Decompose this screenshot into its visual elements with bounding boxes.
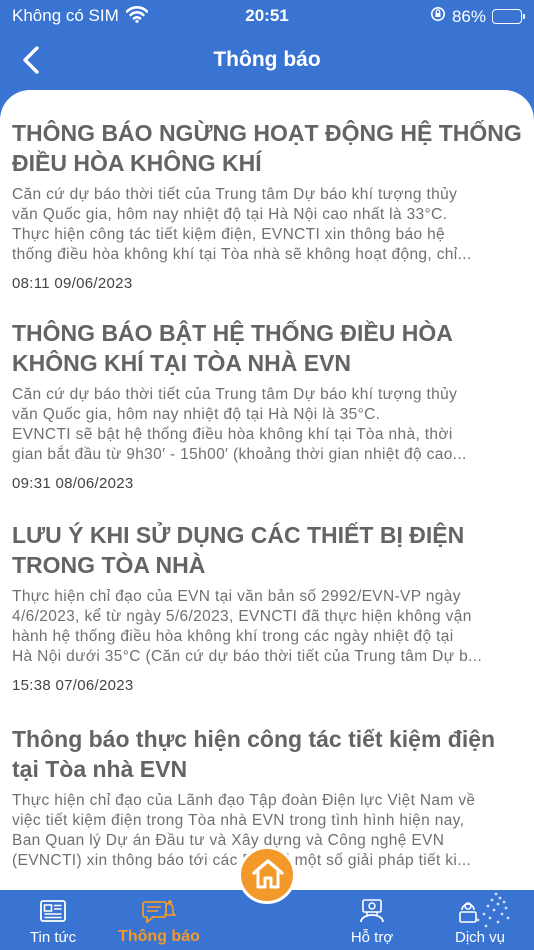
notice-excerpt: Căn cứ dự báo thời tiết của Trung tâm Dự…	[12, 186, 472, 263]
nav-label-support: Hỗ trợ	[350, 929, 394, 946]
notice-title: THÔNG BÁO NGỪNG HOẠT ĐỘNG HỆ THỐNG ĐIỀU …	[12, 120, 522, 176]
notice-timestamp: 09:31 08/06/2023	[12, 475, 134, 492]
home-icon	[252, 859, 284, 889]
status-bar: Không có SIM 20:51 86%	[0, 0, 534, 32]
notice-item[interactable]: THÔNG BÁO NGỪNG HOẠT ĐỘNG HỆ THỐNG ĐIỀU …	[12, 118, 524, 292]
notice-excerpt: Thực hiện chỉ đạo của EVN tại văn bản số…	[12, 588, 483, 665]
page-title: Thông báo	[213, 48, 321, 71]
notice-item[interactable]: LƯU Ý KHI SỬ DỤNG CÁC THIẾT BỊ ĐIỆN TRON…	[12, 520, 524, 694]
battery-percent: 86%	[451, 6, 486, 26]
nav-item-services[interactable]: Dịch vụ	[436, 890, 524, 950]
nav-label-notifications: Thông báo	[118, 928, 200, 945]
nav-item-notifications[interactable]: Thông báo	[110, 890, 208, 950]
notice-title: THÔNG BÁO BẬT HỆ THỐNG ĐIỀU HÒA KHÔNG KH…	[12, 320, 453, 376]
notice-item[interactable]: THÔNG BÁO BẬT HỆ THỐNG ĐIỀU HÒA KHÔNG KH…	[12, 318, 524, 492]
notice-title: Thông báo thực hiện công tác tiết kiệm đ…	[12, 726, 496, 782]
battery-icon	[492, 9, 525, 24]
support-agent-icon	[358, 898, 386, 929]
notification-bell-icon	[142, 898, 176, 931]
nav-item-support[interactable]: Hỗ trợ	[332, 890, 412, 950]
notice-timestamp: 08:11 09/06/2023	[12, 275, 133, 292]
notice-list[interactable]: THÔNG BÁO NGỪNG HOẠT ĐỘNG HỆ THỐNG ĐIỀU …	[0, 90, 534, 890]
notice-title: LƯU Ý KHI SỬ DỤNG CÁC THIẾT BỊ ĐIỆN TRON…	[12, 522, 465, 578]
notice-timestamp: 15:38 07/06/2023	[12, 677, 134, 694]
nav-label-news: Tin tức	[29, 929, 77, 946]
newspaper-icon	[39, 898, 67, 929]
nav-label-services: Dịch vụ	[454, 929, 506, 946]
nav-item-news[interactable]: Tin tức	[14, 890, 92, 950]
header: Thông báo	[0, 32, 534, 90]
home-button[interactable]	[238, 846, 296, 904]
orientation-lock-icon	[430, 6, 446, 27]
notice-excerpt: Căn cứ dự báo thời tiết của Trung tâm Dự…	[12, 386, 467, 463]
